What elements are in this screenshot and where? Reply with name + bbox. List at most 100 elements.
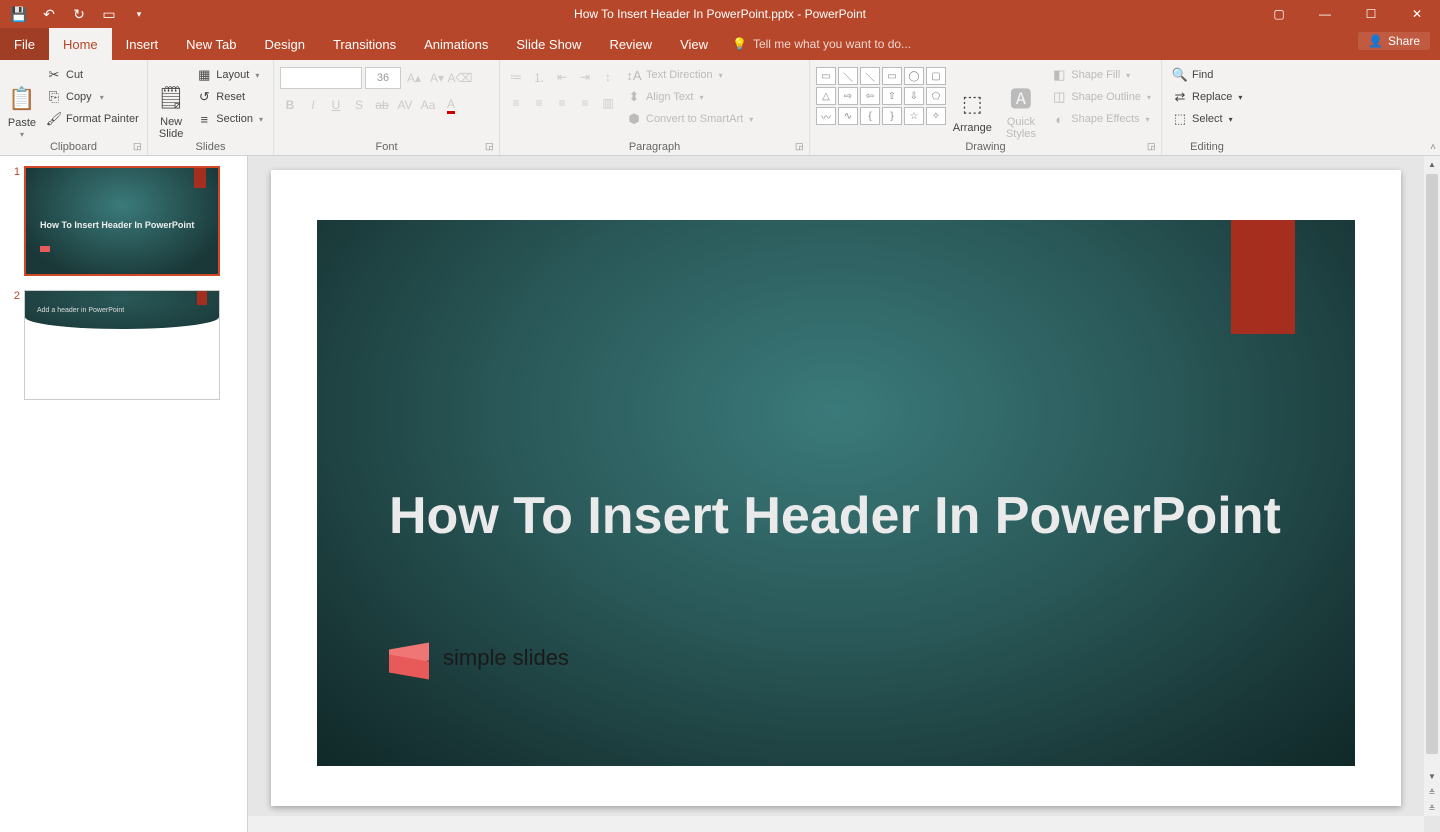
align-center-button[interactable]: ≡ <box>529 93 549 113</box>
scroll-down-icon[interactable]: ▼ <box>1424 768 1440 784</box>
quick-styles-icon: 🅰 <box>1005 82 1037 114</box>
maximize-button[interactable]: ☐ <box>1348 0 1394 28</box>
shape-arrow-r[interactable]: ⇨ <box>838 87 858 105</box>
vertical-scrollbar[interactable]: ▲ ▼ ≙ ≚ <box>1424 156 1440 816</box>
tab-view[interactable]: View <box>666 28 722 60</box>
shape-line[interactable]: ＼ <box>838 67 858 85</box>
font-launcher-icon[interactable]: ◲ <box>485 141 497 153</box>
increase-font-icon[interactable]: A▴ <box>404 68 424 88</box>
align-left-button[interactable]: ≡ <box>506 93 526 113</box>
shape-callout[interactable]: ✧ <box>926 107 946 125</box>
decrease-font-icon[interactable]: A▾ <box>427 68 447 88</box>
inc-indent-button[interactable]: ⇥ <box>575 67 595 87</box>
shape-star2[interactable]: ☆ <box>904 107 924 125</box>
shape-oval[interactable]: ◯ <box>904 67 924 85</box>
collapse-ribbon-icon[interactable]: ˄ <box>1430 142 1436 153</box>
slide-thumb-2[interactable]: Add a header in PowerPoint <box>24 290 220 400</box>
columns-button[interactable]: ▥ <box>598 93 618 113</box>
vscroll-thumb[interactable] <box>1426 174 1438 754</box>
cut-button[interactable]: ✂Cut <box>42 65 143 85</box>
shape-rect[interactable]: ▭ <box>816 67 836 85</box>
shape-line2[interactable]: ＼ <box>860 67 880 85</box>
shape-rrect[interactable]: ▢ <box>926 67 946 85</box>
copy-button[interactable]: ⎘Copy▾ <box>42 87 143 107</box>
line-spacing-button[interactable]: ↕ <box>598 67 618 87</box>
share-button[interactable]: 👤 Share <box>1358 32 1430 50</box>
find-button[interactable]: 🔍Find <box>1168 65 1246 85</box>
text-direction-button[interactable]: ↕AText Direction▾ <box>622 65 757 85</box>
tab-new-tab[interactable]: New Tab <box>172 28 250 60</box>
shape-fill-button[interactable]: ◧Shape Fill▾ <box>1047 65 1155 85</box>
start-from-beginning-icon[interactable]: ▭ <box>100 5 118 23</box>
case-button[interactable]: Aa <box>418 95 438 115</box>
scroll-up-icon[interactable]: ▲ <box>1424 156 1440 172</box>
group-editing-label: Editing <box>1162 141 1252 153</box>
italic-button[interactable]: I <box>303 95 323 115</box>
tab-design[interactable]: Design <box>251 28 319 60</box>
reset-button[interactable]: ↺Reset <box>192 87 267 107</box>
tab-home[interactable]: Home <box>49 28 112 60</box>
shape-arrow-u[interactable]: ⇧ <box>882 87 902 105</box>
tab-slide-show[interactable]: Slide Show <box>502 28 595 60</box>
align-text-button[interactable]: ⬍Align Text▾ <box>622 87 757 107</box>
tab-animations[interactable]: Animations <box>410 28 502 60</box>
tab-insert[interactable]: Insert <box>112 28 173 60</box>
clipboard-launcher-icon[interactable]: ◲ <box>133 141 145 153</box>
shape-effects-button[interactable]: ◐Shape Effects▾ <box>1047 109 1155 129</box>
shape-arrow-l[interactable]: ⇦ <box>860 87 880 105</box>
drawing-launcher-icon[interactable]: ◲ <box>1147 141 1159 153</box>
tell-me-search[interactable]: 💡 Tell me what you want to do... <box>732 28 911 60</box>
tab-file[interactable]: File <box>0 28 49 60</box>
spacing-button[interactable]: AV <box>395 95 415 115</box>
slide-thumb-1[interactable]: How To Insert Header In PowerPoint <box>24 166 220 276</box>
dec-indent-button[interactable]: ⇤ <box>552 67 572 87</box>
shape-star[interactable]: ⬠ <box>926 87 946 105</box>
group-clipboard-label: Clipboard <box>0 141 147 153</box>
justify-button[interactable]: ≡ <box>575 93 595 113</box>
minimize-button[interactable]: — <box>1302 0 1348 28</box>
text-direction-icon: ↕A <box>626 67 642 83</box>
layout-button[interactable]: ▦Layout▾ <box>192 65 267 85</box>
font-color-button[interactable]: A <box>441 95 461 115</box>
bullets-button[interactable]: ≔ <box>506 67 526 87</box>
ribbon-display-options-icon[interactable]: ▢ <box>1256 0 1302 28</box>
slide-frame[interactable]: How To Insert Header In PowerPoint simpl… <box>271 170 1401 806</box>
shape-tri[interactable]: △ <box>816 87 836 105</box>
qat-customize-icon[interactable]: ▾ <box>130 5 148 23</box>
group-clipboard: 📋 Paste ▾ ✂Cut ⎘Copy▾ 🖌Format Painter Cl… <box>0 60 148 155</box>
underline-button[interactable]: U <box>326 95 346 115</box>
slide-background: How To Insert Header In PowerPoint simpl… <box>317 220 1355 766</box>
next-slide-icon[interactable]: ≚ <box>1424 800 1440 816</box>
shadow-button[interactable]: S <box>349 95 369 115</box>
section-button[interactable]: ≡Section▾ <box>192 109 267 129</box>
group-drawing: ▭ ＼ ＼ ▭ ◯ ▢ △ ⇨ ⇦ ⇧ ⇩ ⬠ 〰 ∿ { } ☆ ✧ ⬚ <box>810 60 1162 155</box>
bold-button[interactable]: B <box>280 95 300 115</box>
horizontal-scrollbar[interactable] <box>248 816 1424 832</box>
numbering-button[interactable]: ⒈ <box>529 67 549 87</box>
shape-outline-button[interactable]: ◫Shape Outline▾ <box>1047 87 1155 107</box>
font-name-input[interactable] <box>280 67 362 89</box>
close-button[interactable]: ✕ <box>1394 0 1440 28</box>
replace-button[interactable]: ⇄Replace▾ <box>1168 87 1246 107</box>
align-right-button[interactable]: ≡ <box>552 93 572 113</box>
prev-slide-icon[interactable]: ≙ <box>1424 784 1440 800</box>
select-button[interactable]: ⬚Select▾ <box>1168 109 1246 129</box>
shape-brace-l[interactable]: { <box>860 107 880 125</box>
tab-review[interactable]: Review <box>595 28 666 60</box>
shape-curve[interactable]: 〰 <box>816 107 836 125</box>
shape-rect2[interactable]: ▭ <box>882 67 902 85</box>
smartart-button[interactable]: ⬢Convert to SmartArt▾ <box>622 109 757 129</box>
shape-brace-r[interactable]: } <box>882 107 902 125</box>
save-icon[interactable]: 💾 <box>10 5 28 23</box>
strike-button[interactable]: ab <box>372 95 392 115</box>
paragraph-launcher-icon[interactable]: ◲ <box>795 141 807 153</box>
shape-arrow-d[interactable]: ⇩ <box>904 87 924 105</box>
tab-transitions[interactable]: Transitions <box>319 28 410 60</box>
shape-curve2[interactable]: ∿ <box>838 107 858 125</box>
undo-icon[interactable]: ↶ <box>40 5 58 23</box>
clear-format-icon[interactable]: A⌫ <box>450 68 470 88</box>
redo-icon[interactable]: ↻ <box>70 5 88 23</box>
shape-effects-label: Shape Effects <box>1071 113 1139 125</box>
font-size-input[interactable]: 36 <box>365 67 401 89</box>
format-painter-button[interactable]: 🖌Format Painter <box>42 109 143 129</box>
